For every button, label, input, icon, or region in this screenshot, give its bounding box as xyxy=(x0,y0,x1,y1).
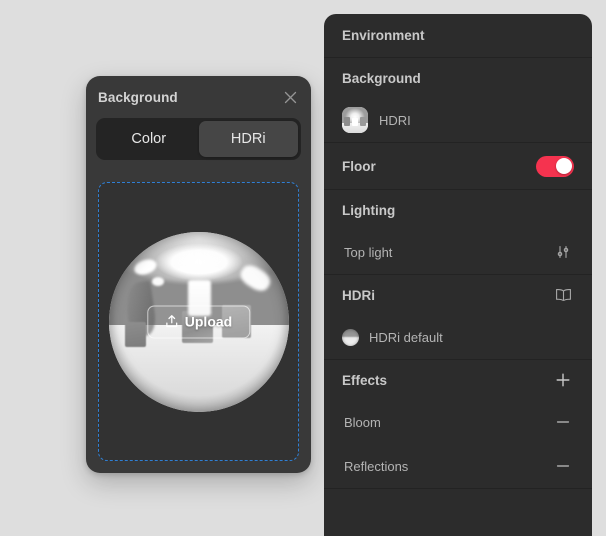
hdri-dropzone[interactable]: Upload xyxy=(98,182,299,461)
hdri-sphere-thumbnail-icon xyxy=(342,328,359,346)
section-hdri-header: HDRi xyxy=(324,275,592,315)
row-reflections-label: Reflections xyxy=(344,458,409,474)
row-bloom[interactable]: Bloom xyxy=(324,400,592,444)
tab-color[interactable]: Color xyxy=(99,121,199,157)
section-hdri-title: HDRi xyxy=(342,287,375,303)
section-floor: Floor xyxy=(324,143,592,190)
section-background-title: Background xyxy=(342,70,421,86)
upload-icon xyxy=(165,315,178,329)
section-lighting: Lighting Top light xyxy=(324,190,592,275)
plus-icon[interactable] xyxy=(552,369,574,391)
background-dialog-title: Background xyxy=(98,89,178,105)
section-effects-title: Effects xyxy=(342,372,388,388)
row-hdri-default-label: HDRi default xyxy=(369,329,443,345)
row-top-light[interactable]: Top light xyxy=(324,230,592,274)
upload-button-label: Upload xyxy=(184,313,233,330)
row-top-light-label: Top light xyxy=(344,244,393,260)
section-floor-header: Floor xyxy=(324,143,592,189)
section-effects: Effects Bloom Reflections xyxy=(324,360,592,489)
tab-hdri-label: HDRi xyxy=(230,131,266,147)
upload-button[interactable]: Upload xyxy=(146,305,251,338)
environment-panel-title: Environment xyxy=(342,28,425,43)
book-icon[interactable] xyxy=(552,284,574,306)
section-hdri: HDRi HDRi default xyxy=(324,275,592,360)
hdri-studio-thumbnail-icon xyxy=(342,107,368,133)
section-background: Background HDRI xyxy=(324,58,592,143)
background-type-segmented-control[interactable]: Color HDRi xyxy=(96,118,301,160)
row-hdri-default[interactable]: HDRi default xyxy=(324,315,592,359)
section-background-header: Background xyxy=(324,58,592,98)
environment-panel-header: Environment xyxy=(324,14,592,58)
tab-color-label: Color xyxy=(131,131,167,147)
row-reflections[interactable]: Reflections xyxy=(324,444,592,488)
section-floor-title: Floor xyxy=(342,158,376,174)
environment-panel: Environment Background HDRI Floor Lighti… xyxy=(324,14,592,536)
section-lighting-title: Lighting xyxy=(342,202,396,218)
row-bloom-label: Bloom xyxy=(344,414,381,430)
row-hdri[interactable]: HDRI xyxy=(324,98,592,142)
floor-toggle-knob xyxy=(555,158,572,174)
sliders-icon[interactable] xyxy=(552,241,574,263)
minus-icon[interactable] xyxy=(552,455,574,477)
section-lighting-header: Lighting xyxy=(324,190,592,230)
background-dialog: Background Color HDRi Upload xyxy=(86,76,311,473)
section-effects-header: Effects xyxy=(324,360,592,400)
floor-toggle[interactable] xyxy=(536,155,574,177)
close-icon[interactable] xyxy=(279,86,301,108)
row-hdri-label: HDRI xyxy=(379,112,411,128)
tab-hdri[interactable]: HDRi xyxy=(198,121,298,157)
minus-icon[interactable] xyxy=(552,411,574,433)
background-dialog-header: Background xyxy=(86,76,311,118)
